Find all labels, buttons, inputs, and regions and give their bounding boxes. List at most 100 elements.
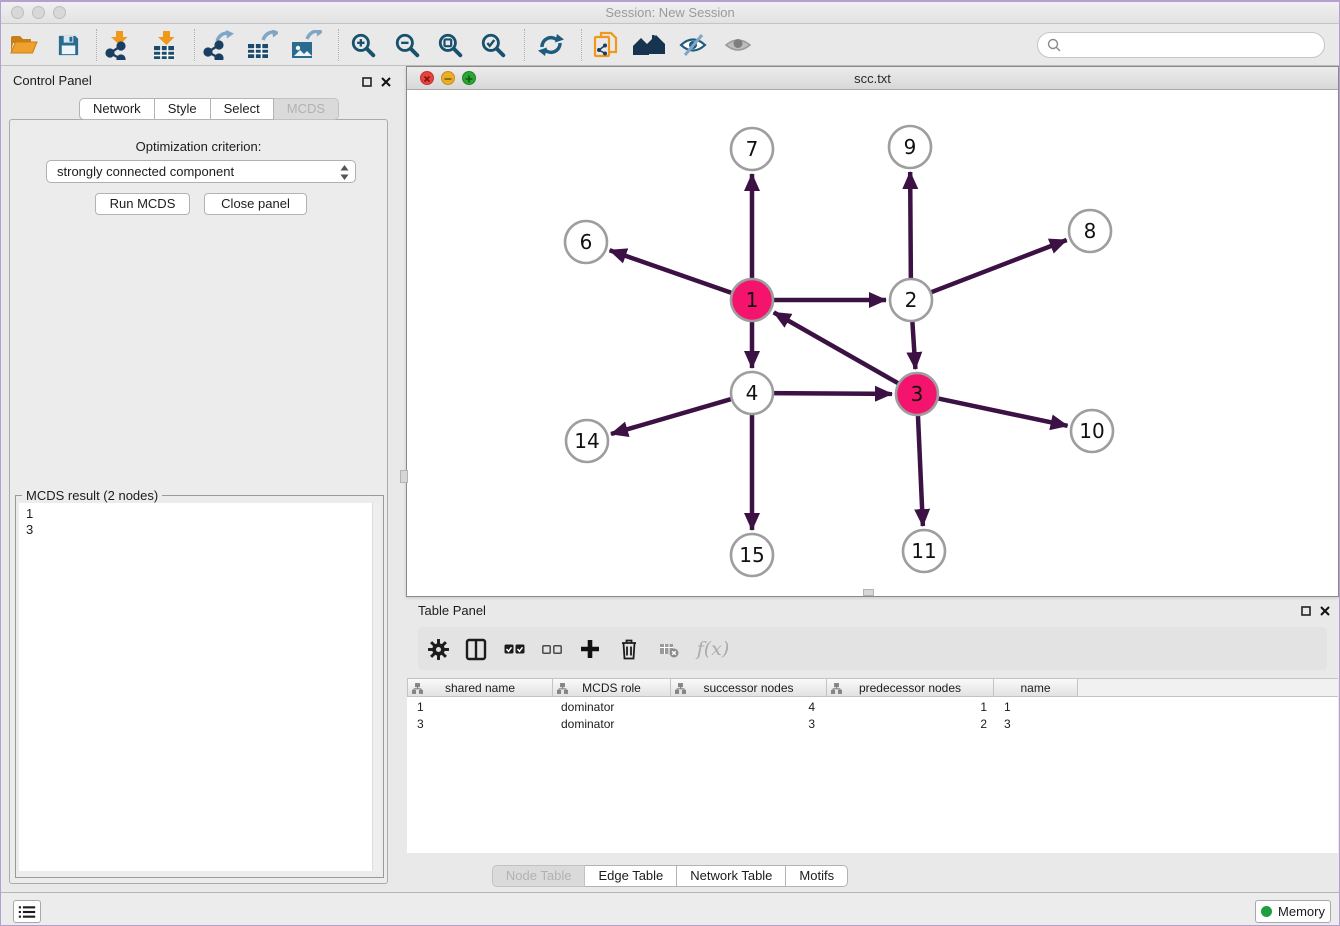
gear-icon	[427, 638, 450, 661]
import-table-button[interactable]	[149, 29, 183, 61]
unselect-all-columns-button[interactable]	[537, 634, 567, 664]
criterion-select[interactable]: strongly connected component	[46, 160, 356, 183]
close-window-button[interactable]	[11, 6, 24, 19]
refresh-icon	[537, 32, 565, 58]
node-table-body: 1 dominator 4 1 1 3 dominator 3 2 3	[407, 697, 1338, 853]
graph-edge-4-3[interactable]	[771, 393, 892, 394]
close-icon	[381, 77, 391, 87]
graph-node-label-1: 1	[746, 288, 759, 312]
cell-successor-nodes[interactable]: 3	[671, 716, 815, 733]
show-column-panel-button[interactable]	[461, 634, 491, 664]
export-image-button[interactable]	[289, 29, 323, 61]
float-table-panel-button[interactable]	[1298, 603, 1314, 619]
cell-predecessor-nodes[interactable]: 1	[827, 699, 987, 716]
zoom-fit-button[interactable]	[433, 29, 467, 61]
cell-predecessor-nodes[interactable]: 2	[827, 716, 987, 733]
search-field[interactable]	[1037, 32, 1325, 58]
delete-table-button[interactable]	[654, 634, 684, 664]
search-input[interactable]	[1066, 37, 1324, 54]
float-panel-button[interactable]	[359, 74, 375, 90]
column-header-predecessor-nodes[interactable]: predecessor nodes	[827, 678, 994, 697]
cell-successor-nodes[interactable]: 4	[671, 699, 815, 716]
refresh-layout-button[interactable]	[534, 29, 568, 61]
cell-name[interactable]: 3	[1004, 716, 1011, 733]
import-network-button[interactable]	[102, 29, 136, 61]
network-graph[interactable]: 7968124314101511	[407, 90, 1338, 596]
table-panel-title: Table Panel	[418, 603, 486, 618]
create-column-button[interactable]	[575, 634, 605, 664]
columns-icon	[465, 638, 487, 661]
import-table-icon	[151, 30, 181, 60]
result-line: 3	[26, 522, 374, 538]
close-table-panel-button[interactable]	[1317, 603, 1333, 619]
result-scrollbar[interactable]	[372, 503, 380, 871]
network-window-title: scc.txt	[407, 67, 1338, 90]
cell-shared-name[interactable]: 1	[417, 699, 424, 716]
open-session-button[interactable]	[7, 29, 41, 61]
graph-edge-3-1[interactable]	[774, 312, 901, 384]
bottom-splitter-handle[interactable]	[863, 589, 874, 596]
graph-edge-3-11[interactable]	[918, 413, 923, 526]
delete-column-button[interactable]	[614, 634, 644, 664]
show-panels-menu-button[interactable]	[13, 900, 41, 923]
tab-mcds[interactable]: MCDS	[274, 98, 339, 120]
column-header-mcds-role[interactable]: MCDS role	[553, 678, 671, 697]
tab-motifs[interactable]: Motifs	[786, 865, 848, 887]
memory-button[interactable]: Memory	[1255, 900, 1331, 923]
function-builder-button[interactable]: f(x)	[693, 634, 733, 664]
zoom-window-button[interactable]	[53, 6, 66, 19]
minimize-window-button[interactable]	[32, 6, 45, 19]
network-window-titlebar[interactable]: scc.txt	[407, 67, 1338, 90]
tab-network-table[interactable]: Network Table	[677, 865, 786, 887]
hide-selected-button[interactable]	[676, 29, 710, 61]
eye-icon	[724, 32, 752, 58]
plus-icon	[579, 638, 601, 660]
graph-edge-2-9[interactable]	[910, 172, 911, 281]
tab-node-table[interactable]: Node Table	[492, 865, 586, 887]
zoom-in-icon	[350, 32, 376, 58]
table-row[interactable]: 3 dominator 3 2 3	[407, 716, 1338, 733]
close-panel-action-button[interactable]: Close panel	[204, 193, 307, 215]
zoom-out-button[interactable]	[390, 29, 424, 61]
close-panel-button[interactable]	[378, 74, 394, 90]
toolbar-separator	[96, 29, 97, 61]
clone-network-button[interactable]	[589, 29, 623, 61]
graph-edge-2-8[interactable]	[929, 240, 1067, 293]
splitter-handle[interactable]	[400, 470, 408, 483]
cell-name[interactable]: 1	[1004, 699, 1011, 716]
graph-edge-3-10[interactable]	[936, 398, 1068, 426]
column-header-successor-nodes[interactable]: successor nodes	[671, 678, 827, 697]
table-settings-button[interactable]	[423, 634, 453, 664]
clone-network-icon	[592, 30, 620, 60]
show-all-button[interactable]	[721, 29, 755, 61]
main-toolbar	[1, 24, 1339, 66]
column-header-name[interactable]: name	[994, 678, 1078, 697]
tab-network[interactable]: Network	[79, 98, 155, 120]
run-mcds-button[interactable]: Run MCDS	[95, 193, 190, 215]
zoom-selected-button[interactable]	[476, 29, 510, 61]
cell-mcds-role[interactable]: dominator	[561, 716, 614, 733]
save-session-button[interactable]	[51, 29, 85, 61]
tab-select[interactable]: Select	[211, 98, 274, 120]
tab-style[interactable]: Style	[155, 98, 211, 120]
graph-edge-2-3[interactable]	[912, 319, 915, 369]
zoom-in-button[interactable]	[346, 29, 380, 61]
cell-mcds-role[interactable]: dominator	[561, 699, 614, 716]
cell-shared-name[interactable]: 3	[417, 716, 424, 733]
minimize-network-window-button[interactable]	[441, 71, 455, 85]
graph-edge-4-14[interactable]	[611, 398, 734, 434]
home-view-button[interactable]	[632, 29, 666, 61]
close-network-window-button[interactable]	[420, 71, 434, 85]
tab-edge-table[interactable]: Edge Table	[585, 865, 677, 887]
export-table-button[interactable]	[245, 29, 279, 61]
toolbar-separator	[581, 29, 582, 61]
table-row[interactable]: 1 dominator 4 1 1	[407, 699, 1338, 716]
mcds-result-text[interactable]: 1 3	[19, 503, 374, 871]
graph-node-label-9: 9	[904, 135, 917, 159]
graph-edge-1-6[interactable]	[610, 250, 734, 293]
zoom-selected-icon	[480, 32, 506, 58]
select-all-columns-button[interactable]	[499, 634, 529, 664]
export-network-button[interactable]	[201, 29, 235, 61]
column-header-shared-name[interactable]: shared name	[407, 678, 553, 697]
maximize-network-window-button[interactable]	[462, 71, 476, 85]
